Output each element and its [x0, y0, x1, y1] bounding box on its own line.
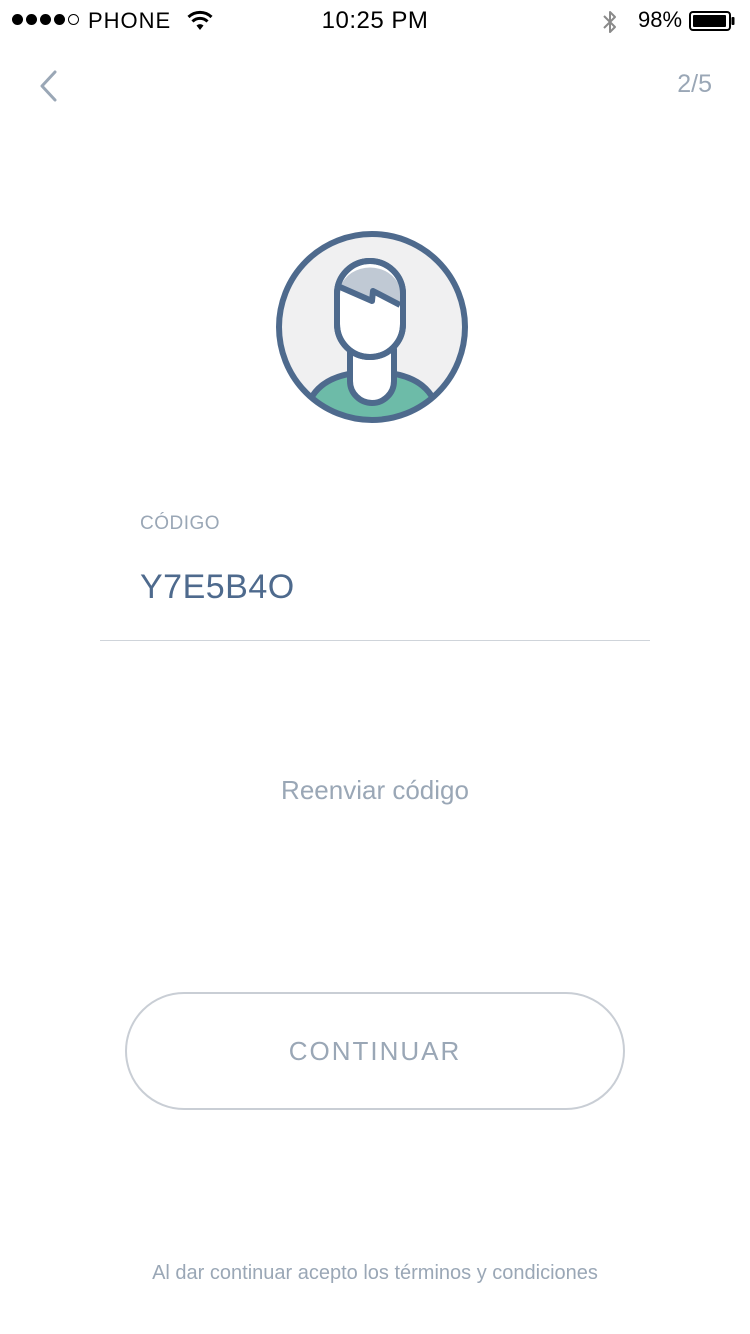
chevron-left-icon — [40, 70, 57, 102]
resend-code-link[interactable]: Reenviar código — [0, 775, 750, 806]
continue-button[interactable]: CONTINUAR — [125, 992, 625, 1110]
terms-link[interactable]: Al dar continuar acepto los términos y c… — [0, 1262, 750, 1285]
bluetooth-icon — [603, 11, 616, 33]
battery-percent: 98% — [638, 7, 683, 32]
continue-button-label: CONTINUAR — [288, 1035, 462, 1066]
user-avatar-icon — [276, 231, 468, 423]
back-button[interactable] — [30, 66, 70, 106]
code-underline — [100, 640, 650, 641]
code-input[interactable] — [140, 562, 640, 612]
step-indicator: 2/5 — [677, 70, 712, 98]
code-label: CÓDIGO — [140, 513, 221, 534]
status-bar: PHONE 10:25 PM 98% — [0, 0, 750, 40]
battery-icon — [689, 11, 735, 31]
